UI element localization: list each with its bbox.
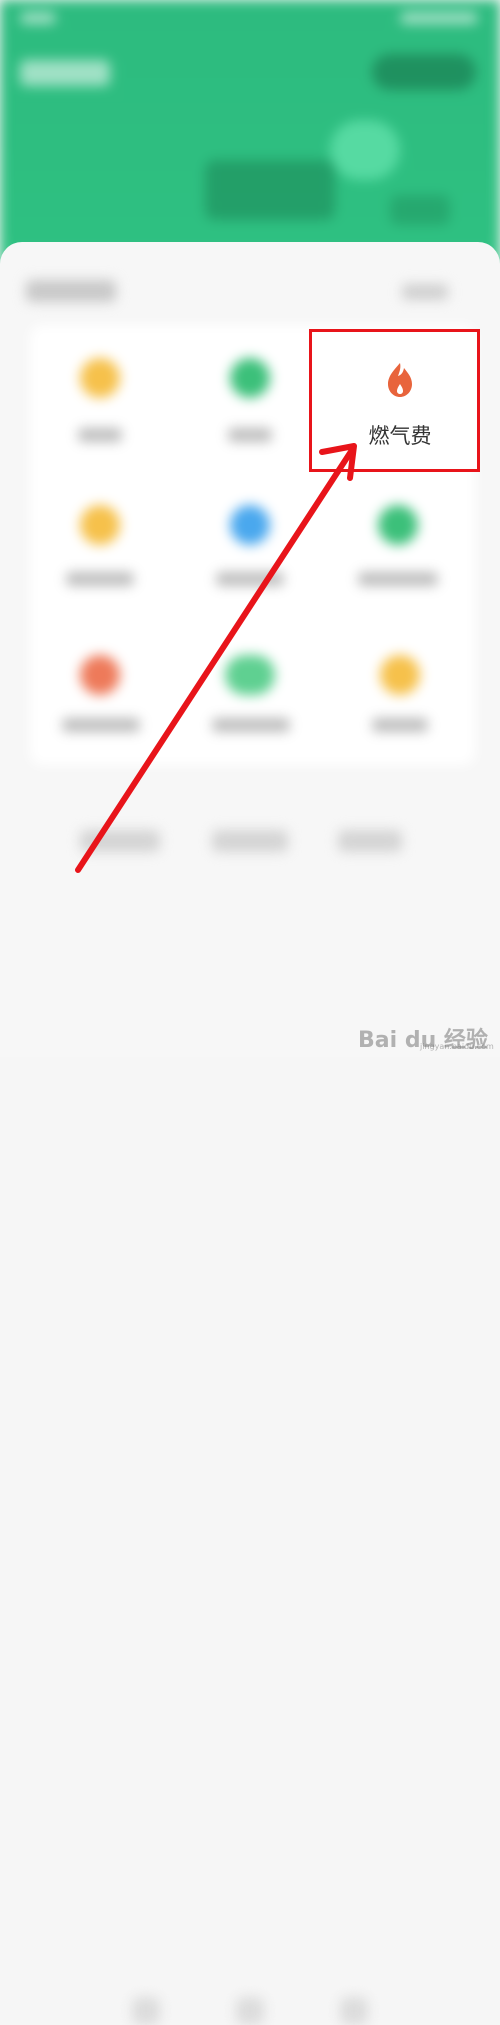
service-label — [62, 718, 140, 732]
tab-icon[interactable] — [340, 1997, 368, 2025]
section-more-link[interactable] — [402, 284, 448, 300]
section-title — [26, 280, 116, 302]
watermark-subtext: jingyan.baidu.com — [420, 1042, 494, 1051]
service-icon — [230, 358, 270, 398]
service-icon — [230, 505, 270, 545]
service-icon — [380, 655, 420, 695]
status-icons — [400, 12, 478, 24]
tab-icon[interactable] — [132, 1997, 160, 2025]
footer-link[interactable] — [80, 830, 160, 852]
service-icon — [225, 655, 275, 695]
service-label — [212, 718, 290, 732]
service-label — [228, 428, 272, 442]
header-badge — [390, 195, 450, 225]
service-label — [358, 572, 438, 586]
highlight-box — [309, 329, 480, 472]
service-label — [372, 718, 428, 732]
mini-program-capsule[interactable] — [372, 54, 476, 90]
page-title — [20, 60, 110, 86]
footer-link[interactable] — [338, 830, 402, 852]
service-icon — [80, 505, 120, 545]
service-label — [66, 572, 134, 586]
service-label — [78, 428, 122, 442]
service-icon — [80, 358, 120, 398]
header-decoration — [330, 120, 400, 180]
footer-link[interactable] — [212, 830, 288, 852]
service-icon — [80, 655, 120, 695]
baidu-jingyan-watermark: Bai du 经验 jingyan.baidu.com — [358, 1020, 494, 1054]
tab-icon[interactable] — [236, 1997, 264, 2025]
header-banner[interactable] — [205, 160, 335, 220]
service-label — [216, 572, 284, 586]
status-time — [20, 12, 56, 24]
status-bar — [0, 0, 500, 40]
service-icon — [378, 505, 418, 545]
